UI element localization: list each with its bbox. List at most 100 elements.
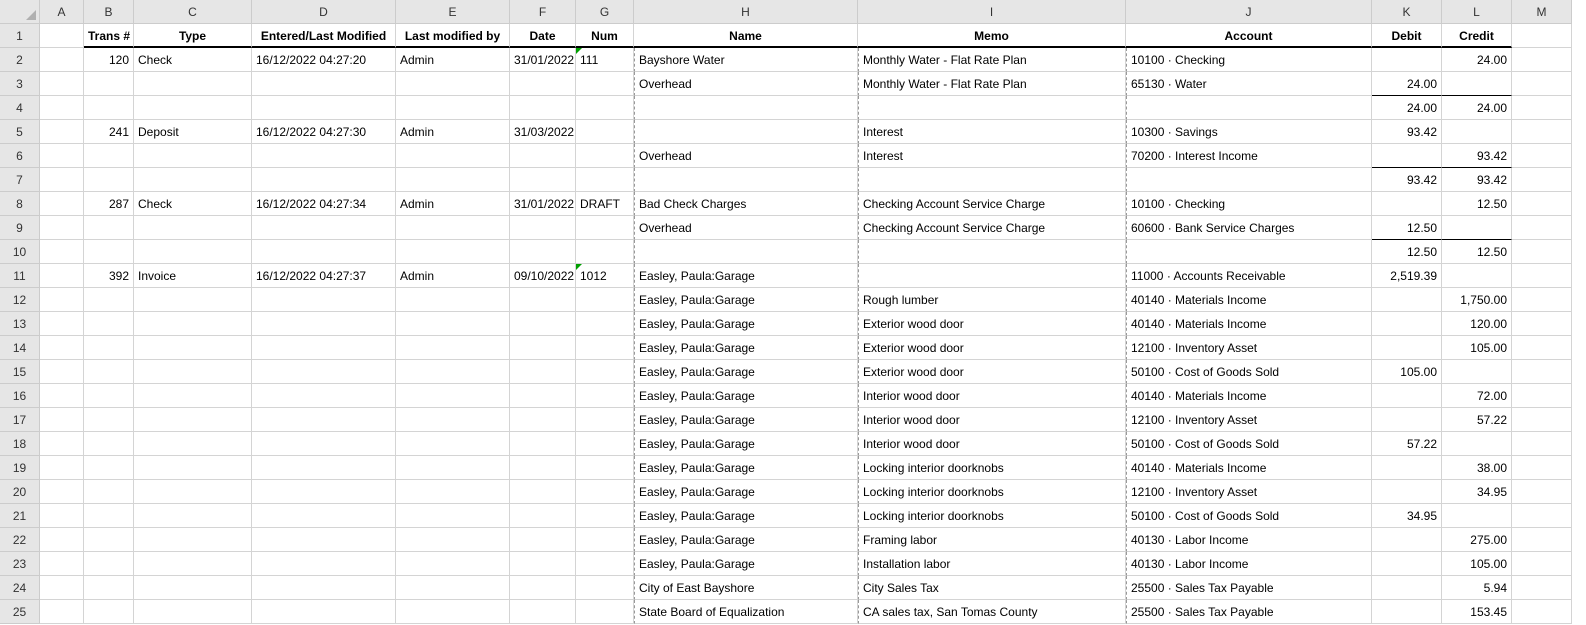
cell-6-D[interactable] <box>252 144 396 168</box>
cell-9-F[interactable] <box>510 216 576 240</box>
col-header-H[interactable]: H <box>634 0 858 24</box>
cell-18-A[interactable] <box>40 432 84 456</box>
col-header-I[interactable]: I <box>858 0 1126 24</box>
cell-5-K[interactable]: 93.42 <box>1372 120 1442 144</box>
cell-22-H[interactable]: Easley, Paula:Garage <box>634 528 858 552</box>
col-header-J[interactable]: J <box>1126 0 1372 24</box>
cell-25-M[interactable] <box>1512 600 1572 624</box>
cell-16-M[interactable] <box>1512 384 1572 408</box>
header-cell-K[interactable]: Debit <box>1372 24 1442 48</box>
cell-11-I[interactable] <box>858 264 1126 288</box>
cell-16-D[interactable] <box>252 384 396 408</box>
cell-8-I[interactable]: Checking Account Service Charge <box>858 192 1126 216</box>
cell-11-B[interactable]: 392 <box>84 264 134 288</box>
cell-16-E[interactable] <box>396 384 510 408</box>
cell-20-C[interactable] <box>134 480 252 504</box>
cell-11-D[interactable]: 16/12/2022 04:27:37 <box>252 264 396 288</box>
cell-24-D[interactable] <box>252 576 396 600</box>
cell-21-E[interactable] <box>396 504 510 528</box>
cell-19-A[interactable] <box>40 456 84 480</box>
cell-9-C[interactable] <box>134 216 252 240</box>
cell-3-G[interactable] <box>576 72 634 96</box>
cell-23-G[interactable] <box>576 552 634 576</box>
cell-16-F[interactable] <box>510 384 576 408</box>
cell-7-J[interactable] <box>1126 168 1372 192</box>
cell-23-H[interactable]: Easley, Paula:Garage <box>634 552 858 576</box>
cell-2-L[interactable]: 24.00 <box>1442 48 1512 72</box>
cell-4-M[interactable] <box>1512 96 1572 120</box>
cell-20-A[interactable] <box>40 480 84 504</box>
cell-17-D[interactable] <box>252 408 396 432</box>
cell-25-F[interactable] <box>510 600 576 624</box>
cell-8-M[interactable] <box>1512 192 1572 216</box>
cell-20-G[interactable] <box>576 480 634 504</box>
cell-4-I[interactable] <box>858 96 1126 120</box>
cell-3-H[interactable]: Overhead <box>634 72 858 96</box>
cell-4-H[interactable] <box>634 96 858 120</box>
cell-13-K[interactable] <box>1372 312 1442 336</box>
cell-21-L[interactable] <box>1442 504 1512 528</box>
cell-24-J[interactable]: 25500 · Sales Tax Payable <box>1126 576 1372 600</box>
cell-25-J[interactable]: 25500 · Sales Tax Payable <box>1126 600 1372 624</box>
cell-15-H[interactable]: Easley, Paula:Garage <box>634 360 858 384</box>
cell-6-L[interactable]: 93.42 <box>1442 144 1512 168</box>
cell-14-G[interactable] <box>576 336 634 360</box>
cell-16-C[interactable] <box>134 384 252 408</box>
cell-15-F[interactable] <box>510 360 576 384</box>
cell-11-E[interactable]: Admin <box>396 264 510 288</box>
cell-13-C[interactable] <box>134 312 252 336</box>
cell-2-A[interactable] <box>40 48 84 72</box>
cell-7-K[interactable]: 93.42 <box>1372 168 1442 192</box>
cell-22-D[interactable] <box>252 528 396 552</box>
cell-19-I[interactable]: Locking interior doorknobs <box>858 456 1126 480</box>
cell-21-G[interactable] <box>576 504 634 528</box>
cell-9-B[interactable] <box>84 216 134 240</box>
cell-21-C[interactable] <box>134 504 252 528</box>
cell-7-F[interactable] <box>510 168 576 192</box>
row-header-23[interactable]: 23 <box>0 552 40 576</box>
cell-10-C[interactable] <box>134 240 252 264</box>
cell-14-F[interactable] <box>510 336 576 360</box>
col-header-G[interactable]: G <box>576 0 634 24</box>
cell-2-H[interactable]: Bayshore Water <box>634 48 858 72</box>
cell-10-F[interactable] <box>510 240 576 264</box>
cell-18-M[interactable] <box>1512 432 1572 456</box>
cell-2-F[interactable]: 31/01/2022 <box>510 48 576 72</box>
cell-5-F[interactable]: 31/03/2022 <box>510 120 576 144</box>
cell-25-H[interactable]: State Board of Equalization <box>634 600 858 624</box>
cell-21-K[interactable]: 34.95 <box>1372 504 1442 528</box>
cell-22-M[interactable] <box>1512 528 1572 552</box>
cell-7-H[interactable] <box>634 168 858 192</box>
cell-19-K[interactable] <box>1372 456 1442 480</box>
header-cell-D[interactable]: Entered/Last Modified <box>252 24 396 48</box>
cell-12-L[interactable]: 1,750.00 <box>1442 288 1512 312</box>
cell-24-L[interactable]: 5.94 <box>1442 576 1512 600</box>
row-header-7[interactable]: 7 <box>0 168 40 192</box>
cell-8-C[interactable]: Check <box>134 192 252 216</box>
cell-4-K[interactable]: 24.00 <box>1372 96 1442 120</box>
cell-12-K[interactable] <box>1372 288 1442 312</box>
cell-14-M[interactable] <box>1512 336 1572 360</box>
cell-17-A[interactable] <box>40 408 84 432</box>
cell-17-M[interactable] <box>1512 408 1572 432</box>
cell-9-D[interactable] <box>252 216 396 240</box>
cell-24-H[interactable]: City of East Bayshore <box>634 576 858 600</box>
cell-8-E[interactable]: Admin <box>396 192 510 216</box>
cell-15-D[interactable] <box>252 360 396 384</box>
cell-13-E[interactable] <box>396 312 510 336</box>
cell-2-B[interactable]: 120 <box>84 48 134 72</box>
cell-6-J[interactable]: 70200 · Interest Income <box>1126 144 1372 168</box>
cell-21-M[interactable] <box>1512 504 1572 528</box>
cell-2-E[interactable]: Admin <box>396 48 510 72</box>
cell-4-A[interactable] <box>40 96 84 120</box>
cell-13-D[interactable] <box>252 312 396 336</box>
row-header-5[interactable]: 5 <box>0 120 40 144</box>
cell-2-C[interactable]: Check <box>134 48 252 72</box>
cell-18-B[interactable] <box>84 432 134 456</box>
cell-7-E[interactable] <box>396 168 510 192</box>
cell-4-J[interactable] <box>1126 96 1372 120</box>
cell-19-G[interactable] <box>576 456 634 480</box>
cell-22-A[interactable] <box>40 528 84 552</box>
cell-21-B[interactable] <box>84 504 134 528</box>
cell-10-E[interactable] <box>396 240 510 264</box>
